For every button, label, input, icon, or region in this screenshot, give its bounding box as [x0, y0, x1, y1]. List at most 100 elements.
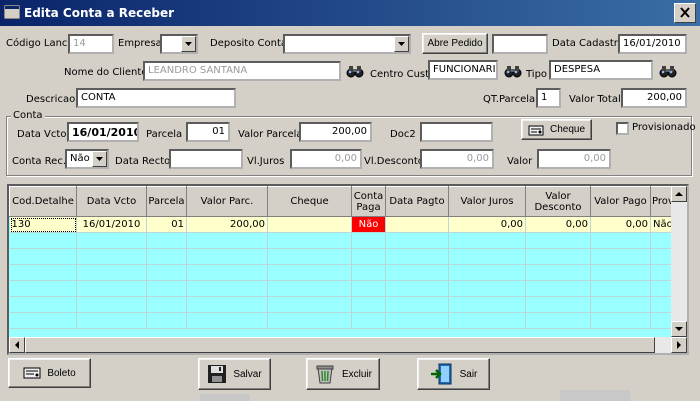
boleto-icon	[23, 367, 41, 379]
close-icon	[680, 7, 690, 18]
valor-total-field[interactable]: 200,00	[621, 88, 687, 108]
doc2-field[interactable]	[420, 122, 493, 142]
cell-data-vcto[interactable]: 16/01/2010	[76, 216, 147, 233]
col-parcela-header[interactable]: Parcela	[146, 186, 187, 217]
conta-rec-dropdown-button[interactable]	[92, 151, 107, 167]
qt-parcela-field[interactable]: 1	[536, 88, 561, 108]
valor-field[interactable]: 0,00	[537, 149, 611, 169]
col-valor-juros-header[interactable]: Valor Juros	[448, 186, 526, 217]
empresa-dropdown-button[interactable]	[181, 36, 196, 52]
data-vcto-label: Data Vcto	[17, 129, 67, 140]
descricao-label: Descricao	[26, 94, 76, 105]
parcelas-grid[interactable]: Cod.Detalhe Data Vcto Parcela Valor Parc…	[7, 184, 689, 355]
trash-can-icon	[316, 365, 334, 384]
data-cadastro-field[interactable]: 16/01/2010	[618, 34, 687, 54]
vl-juros-label: Vl.Juros	[247, 156, 285, 167]
search-centro-custo-binoculars-icon[interactable]	[502, 61, 524, 81]
cell-cheque[interactable]	[267, 216, 352, 233]
valor-label: Valor	[507, 156, 533, 167]
sair-button[interactable]: Sair	[417, 358, 490, 390]
cell-parcela[interactable]: 01	[146, 216, 187, 233]
empresa-label: Empresa	[118, 38, 162, 49]
salvar-button-label: Salvar	[233, 368, 262, 380]
col-data-vcto-header[interactable]: Data Vcto	[76, 186, 147, 217]
scroll-down-button[interactable]	[671, 321, 687, 337]
excluir-button-label: Excluir	[341, 368, 372, 380]
deposito-dropdown-button[interactable]	[394, 36, 409, 52]
cell-valor-pago[interactable]: 0,00	[590, 216, 651, 233]
col-cod-detalhe-header[interactable]: Cod.Detalhe	[9, 186, 77, 217]
boleto-button-label: Boleto	[47, 367, 76, 379]
col-valor-desconto-header[interactable]: Valor Desconto	[525, 186, 591, 217]
col-cheque-header[interactable]: Cheque	[267, 186, 352, 217]
scroll-left-button[interactable]	[9, 337, 25, 353]
codigo-lanc-label: Código Lanc.	[6, 38, 71, 49]
vl-juros-field[interactable]: 0,00	[290, 149, 362, 169]
tipo-field[interactable]: DESPESA	[549, 60, 653, 80]
chevron-down-icon	[185, 42, 192, 46]
parcela-field[interactable]: 01	[186, 122, 230, 142]
window-title: Edita Conta a Receber	[24, 6, 175, 20]
col-conta-paga-header[interactable]: Conta Paga	[351, 186, 386, 217]
excluir-button[interactable]: Excluir	[306, 358, 380, 390]
cheque-button-label: Cheque	[549, 124, 586, 135]
cheque-button[interactable]: Cheque	[521, 119, 592, 140]
empresa-select[interactable]	[160, 34, 198, 54]
col-data-pagto-header[interactable]: Data Pagto	[385, 186, 449, 217]
col-valor-pago-header[interactable]: Valor Pago	[590, 186, 651, 217]
scroll-thumb[interactable]	[25, 337, 655, 353]
scroll-right-button[interactable]	[671, 337, 687, 353]
search-cliente-binoculars-icon[interactable]	[344, 61, 366, 81]
arrow-up-icon	[675, 192, 683, 196]
search-tipo-binoculars-icon[interactable]	[657, 61, 679, 81]
centro-custo-label: Centro Custo	[370, 69, 436, 80]
cell-valor-desconto[interactable]: 0,00	[525, 216, 591, 233]
provisionado-label: Provisionado	[632, 122, 696, 133]
salvar-button[interactable]: Salvar	[198, 358, 271, 390]
descricao-field[interactable]: CONTA	[76, 88, 236, 108]
cell-conta-paga[interactable]: Não	[351, 216, 386, 233]
table-row-empty	[9, 248, 676, 265]
arrow-right-icon	[677, 341, 681, 349]
conta-rec-value: Não	[70, 153, 90, 164]
table-row[interactable]: 130 16/01/2010 01 200,00 Não 0,00 0,00 0…	[9, 216, 676, 233]
vertical-scrollbar[interactable]	[671, 186, 687, 337]
valor-parcela-field[interactable]: 200,00	[299, 122, 372, 142]
data-vcto-field[interactable]: 16/01/2010	[67, 122, 139, 142]
data-recto-field[interactable]	[169, 149, 243, 169]
table-row-empty	[9, 296, 676, 313]
abre-pedido-button[interactable]: Abre Pedido	[422, 33, 488, 54]
cell-valor-parc[interactable]: 200,00	[186, 216, 268, 233]
centro-custo-field[interactable]: FUNCIONARI	[428, 60, 498, 80]
table-row-empty	[9, 264, 676, 281]
horizontal-scrollbar[interactable]	[9, 337, 687, 353]
floppy-disk-icon	[208, 365, 227, 383]
background-window-fragment	[560, 390, 630, 401]
sair-button-label: Sair	[459, 368, 478, 380]
vl-desconto-field[interactable]: 0,00	[420, 149, 494, 169]
doc2-label: Doc2	[390, 129, 416, 140]
background-window-fragment	[200, 394, 250, 401]
nome-cliente-field[interactable]: LEANDRO SANTANA	[143, 61, 341, 81]
table-row-empty	[9, 312, 676, 329]
chevron-down-icon	[96, 157, 103, 161]
tipo-label: Tipo	[526, 69, 548, 80]
codigo-lanc-field[interactable]: 14	[68, 34, 114, 54]
abre-pedido-field[interactable]	[492, 34, 548, 54]
close-button[interactable]	[674, 3, 696, 23]
provisionado-checkbox[interactable]	[616, 122, 629, 135]
cell-cod-detalhe[interactable]: 130	[9, 216, 77, 233]
data-cadastro-label: Data Cadastro	[552, 38, 624, 49]
deposito-select[interactable]	[283, 34, 411, 54]
col-valor-parc-header[interactable]: Valor Parc.	[186, 186, 268, 217]
data-recto-label: Data Recto	[115, 156, 171, 167]
cell-valor-juros[interactable]: 0,00	[448, 216, 526, 233]
parcela-label: Parcela	[146, 129, 183, 140]
valor-total-label: Valor Total	[569, 94, 621, 105]
conta-rec-select[interactable]: Não	[65, 149, 109, 169]
scroll-up-button[interactable]	[671, 186, 687, 202]
table-row-empty	[9, 280, 676, 297]
boleto-button[interactable]: Boleto	[8, 358, 91, 388]
conta-group-title: Conta	[11, 110, 45, 121]
cell-data-pagto[interactable]	[385, 216, 449, 233]
